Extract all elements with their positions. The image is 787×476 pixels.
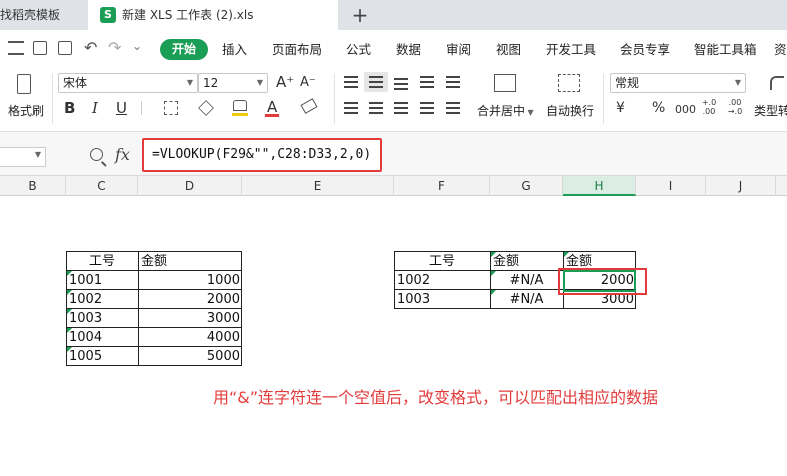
table-cell[interactable]: 1002 [394,271,490,290]
table-cell[interactable]: 4000 [138,328,242,347]
table-cell[interactable]: 1004 [66,328,138,347]
text-number-indicator [67,309,72,314]
highlight-box [558,268,647,295]
table-header[interactable]: 金额 [138,252,242,271]
table-header[interactable]: 金额 [490,252,563,271]
table-cell[interactable]: #N/A [490,290,563,309]
text-number-indicator [564,252,569,257]
table-cell[interactable]: 1001 [66,271,138,290]
table-cell[interactable]: #N/A [490,271,563,290]
text-number-indicator [67,328,72,333]
table-cell[interactable]: 1002 [66,290,138,309]
text-number-indicator [491,252,496,257]
table-cell[interactable]: 1005 [66,347,138,366]
table-cell[interactable]: 1000 [138,271,242,290]
annotation-note: 用“&”连字符连一个空值后，改变格式，可以匹配出相应的数据 [213,388,659,407]
table-header[interactable]: 工号 [394,252,490,271]
text-number-indicator [67,271,72,276]
text-number-indicator [67,290,72,295]
table-cell[interactable]: 2000 [138,290,242,309]
text-number-indicator [491,290,496,295]
table-header[interactable]: 工号 [66,252,138,271]
table-cell[interactable]: 3000 [138,309,242,328]
text-number-indicator [491,271,496,276]
table-cell[interactable]: 5000 [138,347,242,366]
table-cell[interactable]: 1003 [66,309,138,328]
table-cell[interactable]: 1003 [394,290,490,309]
text-number-indicator [67,347,72,352]
